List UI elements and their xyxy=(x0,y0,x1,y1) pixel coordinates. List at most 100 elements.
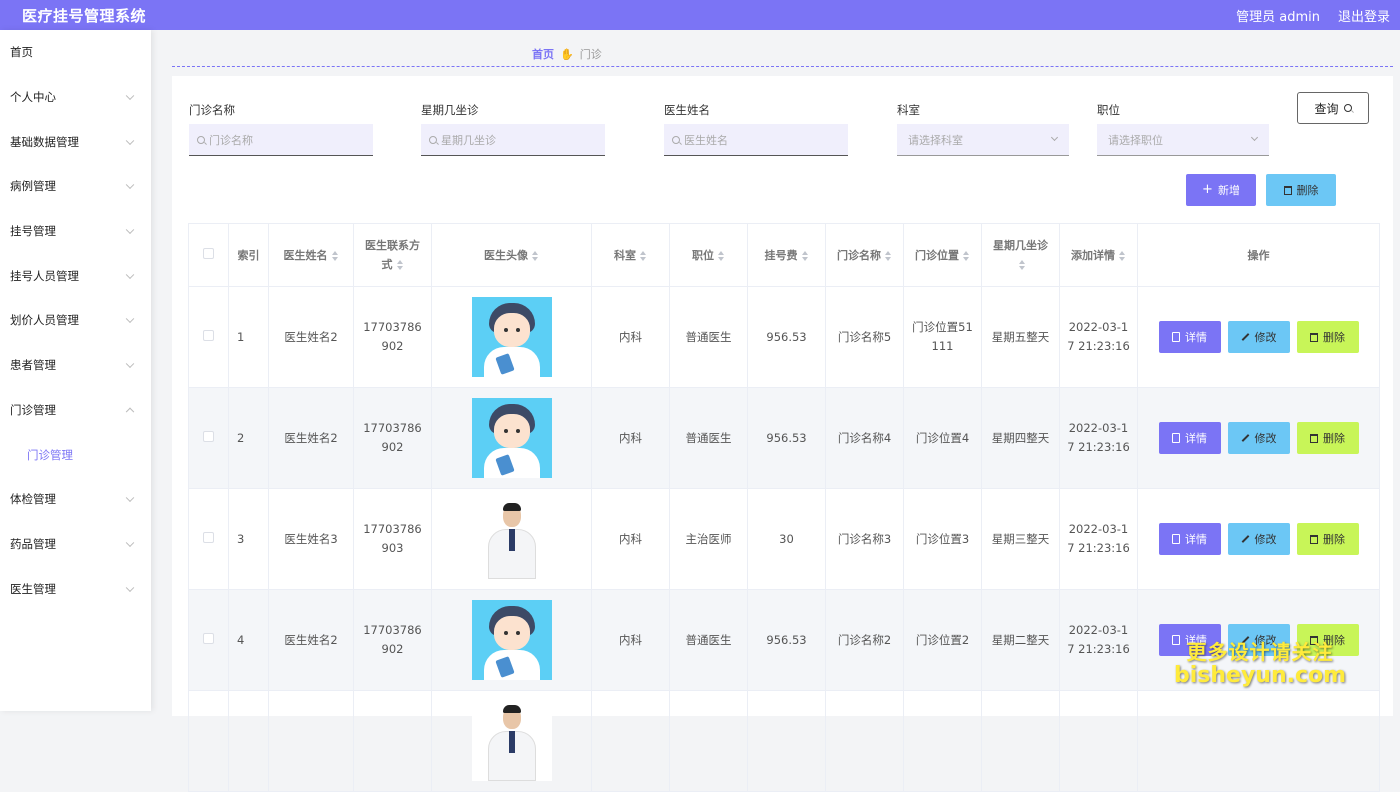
dept-label: 科室 xyxy=(897,103,920,117)
row-checkbox[interactable] xyxy=(203,329,214,341)
sidebar-item-4[interactable]: 挂号管理 xyxy=(0,209,151,254)
sidebar-item-0[interactable]: 首页 xyxy=(0,30,151,75)
delete-button[interactable]: 删除 xyxy=(1266,174,1336,206)
sidebar-item-5[interactable]: 挂号人员管理 xyxy=(0,253,151,298)
header-weekday[interactable]: 星期几坐诊 xyxy=(981,223,1060,287)
sidebar-item-label: 挂号人员管理 xyxy=(10,268,79,283)
cell-dept: 内科 xyxy=(591,488,670,590)
cell-fee: 956.53 xyxy=(747,589,826,691)
cell-fee: 956.53 xyxy=(747,387,826,489)
sidebar-item-10[interactable]: 体检管理 xyxy=(0,477,151,522)
clinic-name-input[interactable]: 门诊名称 xyxy=(189,124,373,156)
pencil-icon xyxy=(1241,434,1249,442)
search-icon xyxy=(429,135,437,144)
header-ops: 操作 xyxy=(1137,223,1380,287)
select-cell[interactable] xyxy=(188,488,229,590)
cell-weekday: 星期五整天 xyxy=(981,286,1060,388)
clinic-name-label: 门诊名称 xyxy=(189,103,235,117)
header-location[interactable]: 门诊位置 xyxy=(903,223,982,287)
trash-icon xyxy=(1310,332,1318,342)
sort-icon[interactable] xyxy=(640,250,647,261)
sort-icon[interactable] xyxy=(396,260,404,270)
header-title[interactable]: 职位 xyxy=(669,223,748,287)
sort-icon[interactable] xyxy=(718,250,725,261)
cell-doctor: 医生姓名2 xyxy=(268,589,354,691)
header-added[interactable]: 添加详情 xyxy=(1059,223,1138,287)
sort-icon[interactable] xyxy=(1019,260,1026,270)
sidebar-item-6[interactable]: 划价人员管理 xyxy=(0,298,151,343)
sidebar-item-label: 个人中心 xyxy=(10,90,56,105)
select-cell[interactable] xyxy=(188,286,229,388)
add-button[interactable]: + 新增 xyxy=(1186,174,1256,206)
sort-icon[interactable] xyxy=(532,250,539,261)
header-fee-label: 挂号费 xyxy=(764,248,798,262)
select-all-checkbox[interactable] xyxy=(203,247,214,259)
header-dept[interactable]: 科室 xyxy=(591,223,670,287)
trash-icon xyxy=(1310,534,1318,544)
sort-icon[interactable] xyxy=(801,250,809,261)
select-cell[interactable] xyxy=(188,387,229,489)
cell-index: 1 xyxy=(228,286,269,388)
header-avatar-label: 医生头像 xyxy=(484,248,528,262)
cell-title: 普通医生 xyxy=(669,286,748,388)
doctor-name-input[interactable]: 医生姓名 xyxy=(664,124,848,156)
sidebar-item-12[interactable]: 医生管理 xyxy=(0,566,151,611)
sort-icon[interactable] xyxy=(885,250,892,261)
cell-phone xyxy=(353,690,432,792)
header-clinic[interactable]: 门诊名称 xyxy=(825,223,904,287)
breadcrumb-home[interactable]: 首页 xyxy=(532,46,554,62)
chevron-down-icon xyxy=(125,315,135,324)
detail-button[interactable]: 详情 xyxy=(1158,321,1221,353)
cell-avatar xyxy=(431,690,592,792)
sort-icon[interactable] xyxy=(331,250,339,261)
header-doctor[interactable]: 医生姓名 xyxy=(268,223,354,287)
header-added-label: 添加详情 xyxy=(1071,248,1115,262)
sidebar-item-9[interactable]: 门诊管理 xyxy=(0,432,151,477)
cell-added: 2022-03-17 21:23:16 xyxy=(1059,286,1138,388)
dept-select[interactable]: 请选择科室 xyxy=(897,124,1069,156)
edit-button[interactable]: 修改 xyxy=(1227,422,1290,454)
logout-link[interactable]: 退出登录 xyxy=(1338,6,1390,25)
sort-icon[interactable] xyxy=(963,250,970,261)
header-fee[interactable]: 挂号费 xyxy=(747,223,826,287)
query-button[interactable]: 查询 xyxy=(1297,92,1369,124)
sort-icon[interactable] xyxy=(1119,250,1126,261)
chevron-down-icon xyxy=(1050,133,1059,142)
sidebar-item-3[interactable]: 病例管理 xyxy=(0,164,151,209)
select-all-cell[interactable] xyxy=(188,223,229,287)
pencil-icon xyxy=(1241,333,1249,341)
cell-added: 2022-03-17 21:23:16 xyxy=(1059,589,1138,691)
sidebar-item-8[interactable]: 门诊管理 xyxy=(0,388,151,433)
sidebar-item-2[interactable]: 基础数据管理 xyxy=(0,119,151,164)
cell-ops: 详情 修改 删除 xyxy=(1137,387,1380,489)
sidebar-item-1[interactable]: 个人中心 xyxy=(0,75,151,120)
detail-button[interactable]: 详情 xyxy=(1158,523,1221,555)
row-delete-button[interactable]: 删除 xyxy=(1296,422,1359,454)
title-placeholder: 请选择职位 xyxy=(1108,133,1163,147)
detail-button[interactable]: 详情 xyxy=(1158,422,1221,454)
delete-label: 删除 xyxy=(1323,330,1345,344)
cell-added: 2022-03-17 21:23:16 xyxy=(1059,387,1138,489)
sidebar-item-11[interactable]: 药品管理 xyxy=(0,522,151,567)
title-select[interactable]: 请选择职位 xyxy=(1097,124,1269,156)
row-checkbox[interactable] xyxy=(203,531,214,543)
sidebar-item-7[interactable]: 患者管理 xyxy=(0,343,151,388)
header-avatar[interactable]: 医生头像 xyxy=(431,223,592,287)
header-phone[interactable]: 医生联系方式 xyxy=(353,223,432,287)
row-delete-button[interactable]: 删除 xyxy=(1296,523,1359,555)
row-checkbox[interactable] xyxy=(203,430,214,442)
cell-fee xyxy=(747,690,826,792)
cell-clinic: 门诊名称4 xyxy=(825,387,904,489)
sidebar-item-label: 病例管理 xyxy=(10,179,56,194)
edit-button[interactable]: 修改 xyxy=(1227,523,1290,555)
cell-location: 门诊位置51111 xyxy=(903,286,982,388)
row-checkbox[interactable] xyxy=(203,632,214,644)
select-cell[interactable] xyxy=(188,589,229,691)
chevron-down-icon xyxy=(1250,133,1259,142)
sidebar-item-label: 医生管理 xyxy=(10,581,56,596)
edit-button[interactable]: 修改 xyxy=(1227,321,1290,353)
weekday-input[interactable]: 星期几坐诊 xyxy=(421,124,605,156)
header-location-label: 门诊位置 xyxy=(915,248,959,262)
row-delete-button[interactable]: 删除 xyxy=(1296,321,1359,353)
select-cell[interactable] xyxy=(188,690,229,792)
